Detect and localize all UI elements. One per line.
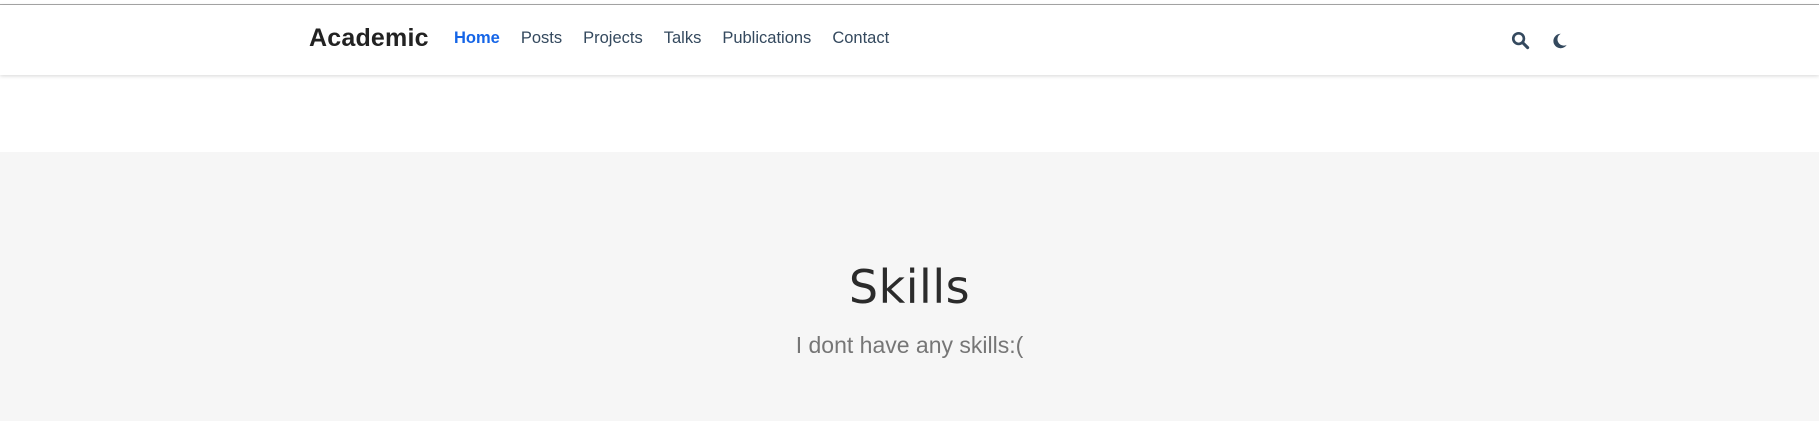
nav-link-posts[interactable]: Posts <box>521 29 562 48</box>
nav-icon-group <box>1510 30 1570 51</box>
moon-icon[interactable] <box>1549 30 1570 51</box>
nav-links: Home Posts Projects Talks Publications C… <box>454 29 889 48</box>
search-icon[interactable] <box>1510 30 1531 51</box>
nav-link-publications[interactable]: Publications <box>722 29 811 48</box>
site-brand-link[interactable]: Academic <box>309 24 429 53</box>
skills-section: Skills I dont have any skills:( <box>0 152 1819 421</box>
navbar: Academic Home Posts Projects Talks Publi… <box>0 5 1819 75</box>
nav-link-talks[interactable]: Talks <box>664 29 702 48</box>
nav-link-home[interactable]: Home <box>454 29 500 48</box>
nav-link-contact[interactable]: Contact <box>832 29 889 48</box>
section-title: Skills <box>848 260 971 314</box>
nav-link-projects[interactable]: Projects <box>583 29 643 48</box>
section-subtitle: I dont have any skills:( <box>795 332 1024 358</box>
